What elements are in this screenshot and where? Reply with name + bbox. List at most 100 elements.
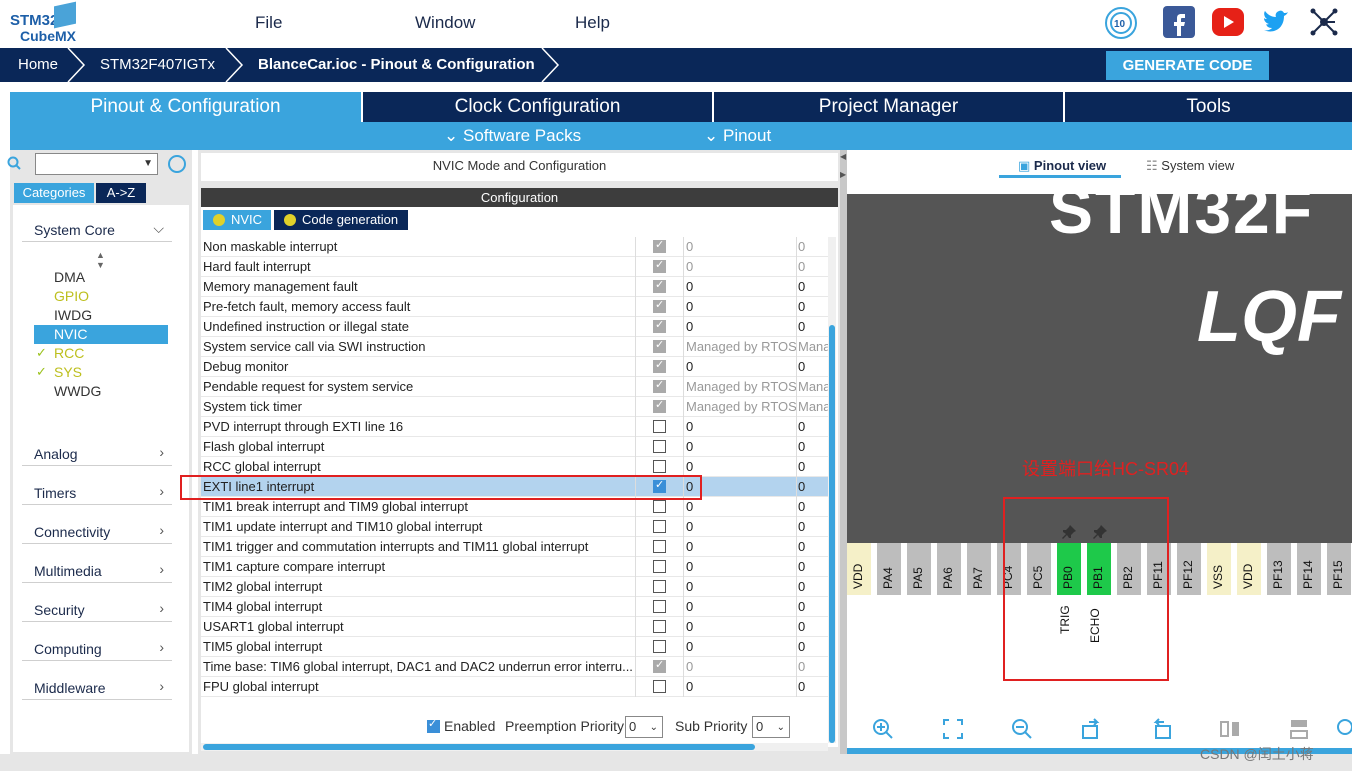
preemption-priority-cell[interactable]: 0	[686, 239, 796, 254]
facebook-icon[interactable]	[1163, 6, 1195, 38]
preemption-priority-cell[interactable]: 0	[686, 659, 796, 674]
rotate-right-icon[interactable]	[1081, 718, 1103, 740]
preemption-priority-cell[interactable]: 0	[686, 599, 796, 614]
sub-priority-cell[interactable]: 0	[798, 439, 828, 454]
fit-screen-icon[interactable]	[942, 718, 964, 740]
preemption-priority-cell[interactable]: 0	[686, 519, 796, 534]
table-row[interactable]: System service call via SWI instruction M…	[201, 337, 828, 357]
enable-checkbox[interactable]	[653, 338, 666, 353]
pin-pa5[interactable]: PA5	[907, 543, 933, 595]
sub-priority-cell[interactable]: 0	[798, 459, 828, 474]
search-input[interactable]: ▼	[35, 153, 158, 175]
enable-checkbox[interactable]	[653, 298, 666, 313]
enable-checkbox[interactable]	[653, 258, 666, 273]
enable-checkbox[interactable]	[653, 658, 666, 673]
youtube-icon[interactable]	[1212, 8, 1244, 36]
pin-vdd[interactable]: VDD	[1237, 543, 1263, 595]
pin-pf13[interactable]: PF13	[1267, 543, 1293, 595]
table-row[interactable]: System tick timer Managed by RTOSMana	[201, 397, 828, 417]
section-system-core[interactable]: System Core ⌵	[22, 216, 172, 242]
tab-system-view[interactable]: ☷ System view	[1146, 158, 1234, 174]
sub-priority-cell[interactable]: 0	[798, 259, 828, 274]
vertical-scrollbar[interactable]	[828, 237, 836, 743]
sub-priority-cell[interactable]: 0	[798, 659, 828, 674]
section-security[interactable]: Security ›	[22, 596, 172, 622]
table-row[interactable]: Pendable request for system service Manag…	[201, 377, 828, 397]
enable-checkbox[interactable]	[653, 540, 666, 553]
enable-checkbox[interactable]	[653, 358, 666, 373]
enable-checkbox[interactable]	[653, 580, 666, 593]
preemption-priority-cell[interactable]: 0	[686, 479, 796, 494]
enable-checkbox[interactable]	[653, 278, 666, 293]
table-row[interactable]: TIM1 update interrupt and TIM10 global i…	[201, 517, 828, 537]
network-share-icon[interactable]	[1308, 6, 1340, 38]
sidebar-item-wwdg[interactable]: WWDG	[54, 383, 101, 399]
section-timers[interactable]: Timers ›	[22, 479, 172, 505]
table-row[interactable]: TIM5 global interrupt 0 0	[201, 637, 828, 657]
pin-pf12[interactable]: PF12	[1177, 543, 1203, 595]
table-row[interactable]: Debug monitor 00	[201, 357, 828, 377]
enable-checkbox[interactable]	[653, 600, 666, 613]
menu-file[interactable]: File	[255, 13, 282, 33]
sidebar-item-iwdg[interactable]: IWDG	[54, 307, 92, 323]
section-connectivity[interactable]: Connectivity ›	[22, 518, 172, 544]
section-middleware[interactable]: Middleware ›	[22, 674, 172, 700]
preemption-priority-cell[interactable]: 0	[686, 279, 796, 294]
flip-vertical-icon[interactable]	[1219, 718, 1241, 740]
section-analog[interactable]: Analog ›	[22, 440, 172, 466]
twitter-icon[interactable]	[1260, 6, 1292, 38]
tab-tools[interactable]: Tools	[1065, 92, 1352, 122]
sub-priority-cell[interactable]: 0	[798, 359, 828, 374]
software-packs-menu[interactable]: ⌄ Software Packs	[444, 126, 581, 146]
table-row[interactable]: Undefined instruction or illegal state 00	[201, 317, 828, 337]
mcu-chip[interactable]: STM32F LQF	[847, 194, 1352, 543]
pin-pf14[interactable]: PF14	[1297, 543, 1323, 595]
preemption-priority-cell[interactable]: 0	[686, 439, 796, 454]
zoom-in-icon[interactable]	[872, 718, 894, 740]
rotate-left-icon[interactable]	[1150, 718, 1172, 740]
generate-code-button[interactable]: GENERATE CODE	[1106, 51, 1269, 80]
sidebar-item-dma[interactable]: DMA	[54, 269, 85, 285]
pin-vdd[interactable]: VDD	[847, 543, 873, 595]
tab-pinout-view[interactable]: ▣ Pinout view	[1018, 158, 1106, 174]
scrollbar-thumb[interactable]	[829, 325, 835, 743]
sub-priority-select[interactable]: 0 ⌄	[752, 716, 790, 738]
preemption-priority-cell[interactable]: 0	[686, 639, 796, 654]
horizontal-scrollbar[interactable]	[201, 743, 828, 751]
sidebar-item-nvic[interactable]: NVIC	[34, 325, 168, 344]
sub-priority-cell[interactable]: 0	[798, 639, 828, 654]
enable-checkbox[interactable]	[653, 640, 666, 653]
sub-priority-cell[interactable]: 0	[798, 279, 828, 294]
enable-checkbox[interactable]	[653, 420, 666, 433]
preemption-priority-cell[interactable]: Managed by RTOS	[686, 379, 796, 394]
table-row[interactable]: TIM2 global interrupt 0 0	[201, 577, 828, 597]
enable-checkbox[interactable]	[653, 398, 666, 413]
table-row[interactable]: USART1 global interrupt 0 0	[201, 617, 828, 637]
preemption-priority-cell[interactable]: 0	[686, 619, 796, 634]
pin-pa6[interactable]: PA6	[937, 543, 963, 595]
sub-priority-cell[interactable]: 0	[798, 679, 828, 694]
sub-priority-cell[interactable]: 0	[798, 579, 828, 594]
tab-pinout-configuration[interactable]: Pinout & Configuration	[10, 92, 361, 122]
sub-priority-cell[interactable]: 0	[798, 559, 828, 574]
breadcrumb-home[interactable]: Home	[18, 56, 58, 73]
preemption-priority-cell[interactable]: 0	[686, 259, 796, 274]
enable-checkbox[interactable]	[653, 318, 666, 333]
sub-priority-cell[interactable]: Mana	[798, 399, 828, 414]
breadcrumb-project[interactable]: BlanceCar.ioc - Pinout & Configuration	[258, 56, 535, 73]
section-computing[interactable]: Computing ›	[22, 635, 172, 661]
enabled-checkbox[interactable]	[427, 717, 440, 733]
enable-checkbox[interactable]	[653, 440, 666, 453]
preemption-priority-select[interactable]: 0 ⌄	[625, 716, 663, 738]
sidebar-item-sys[interactable]: SYS	[54, 364, 82, 380]
table-row[interactable]: Time base: TIM6 global interrupt, DAC1 a…	[201, 657, 828, 677]
preemption-priority-cell[interactable]: 0	[686, 679, 796, 694]
enable-checkbox[interactable]	[653, 460, 666, 473]
preemption-priority-cell[interactable]: 0	[686, 559, 796, 574]
pin-pa4[interactable]: PA4	[877, 543, 903, 595]
table-row[interactable]: TIM1 break interrupt and TIM9 global int…	[201, 497, 828, 517]
sub-priority-cell[interactable]: 0	[798, 519, 828, 534]
sidebar-item-rcc[interactable]: RCC	[54, 345, 84, 361]
tab-a-z[interactable]: A->Z	[96, 183, 146, 203]
preemption-priority-cell[interactable]: 0	[686, 539, 796, 554]
